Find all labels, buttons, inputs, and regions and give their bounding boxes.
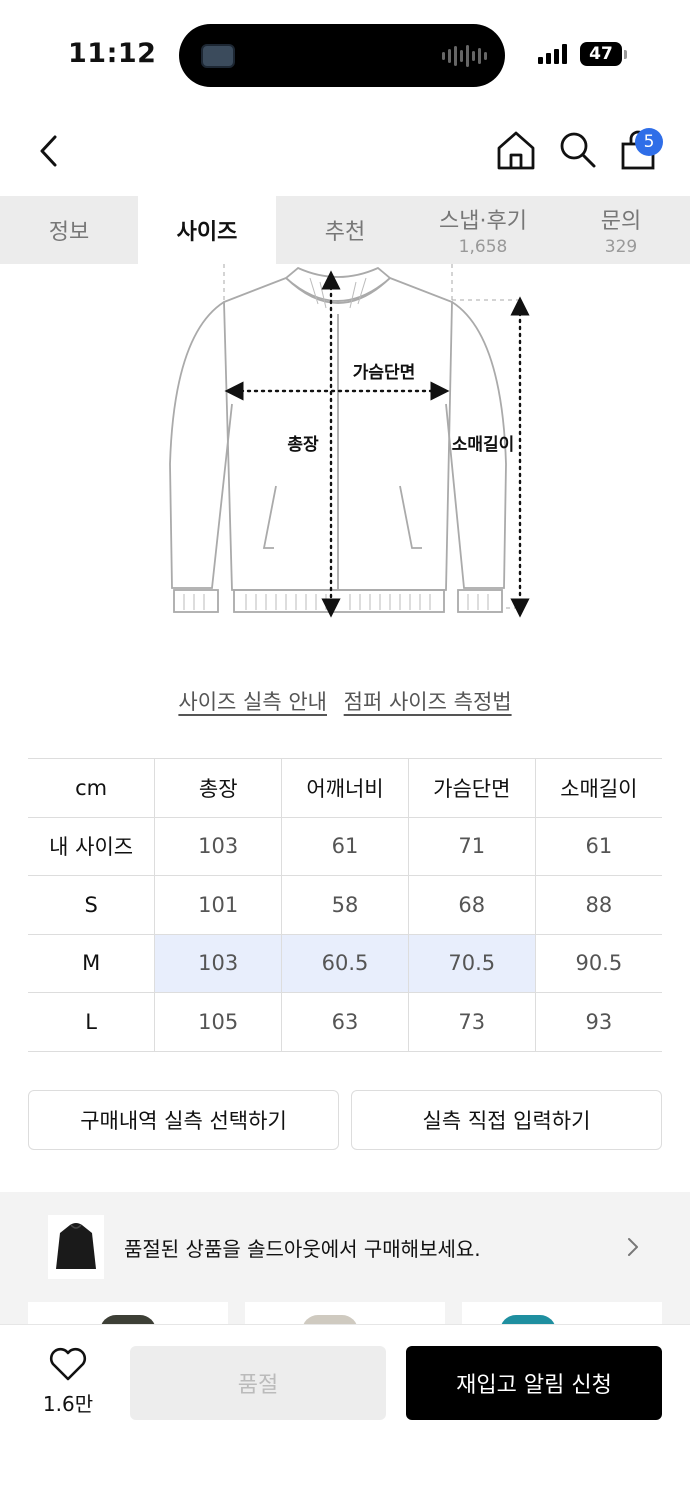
chest-width-label: 가슴단면 <box>353 363 416 383</box>
column-header: 소매길이 <box>535 758 662 818</box>
table-cell-highlighted: 60.5 <box>281 933 409 993</box>
now-playing-thumbnail <box>201 44 235 68</box>
size-guide-links: 사이즈 실측 안내 점퍼 사이즈 측정법 <box>0 686 690 716</box>
table-header-row: cm 총장 어깨너비 가슴단면 소매길이 <box>28 758 662 818</box>
table-cell: 68 <box>408 875 536 935</box>
column-header: 어깨너비 <box>281 758 409 818</box>
soldout-button[interactable]: 품절 <box>130 1346 386 1420</box>
column-header: 총장 <box>154 758 283 818</box>
tab-info[interactable]: 정보 <box>0 196 138 264</box>
tab-label: 문의 <box>600 209 642 234</box>
total-length-label: 총장 <box>287 435 319 455</box>
table-cell-highlighted: 70.5 <box>408 933 536 993</box>
table-cell: 101 <box>154 875 283 935</box>
table-row-my-size: 내 사이즈 103 61 71 61 <box>28 816 662 876</box>
product-card-peek <box>462 1302 662 1324</box>
tab-recommend[interactable]: 추천 <box>276 196 414 264</box>
sleeve-length-label: 소매길이 <box>452 435 515 455</box>
tab-label: 정보 <box>48 220 90 245</box>
restock-alert-button[interactable]: 재입고 알림 신청 <box>406 1346 662 1420</box>
size-table: cm 총장 어깨너비 가슴단면 소매길이 내 사이즈 103 61 71 61 … <box>28 758 662 1052</box>
table-cell: 103 <box>154 816 283 876</box>
product-thumbnail <box>48 1215 104 1279</box>
jacket-thumbnail-icon <box>56 1223 96 1269</box>
search-icon[interactable] <box>556 128 600 172</box>
audio-wave-icon <box>442 44 487 68</box>
table-cell: 105 <box>154 992 283 1052</box>
table-row-l: L 105 63 73 93 <box>28 992 662 1052</box>
row-header: L <box>28 992 156 1052</box>
column-header: cm <box>28 758 156 818</box>
tab-size[interactable]: 사이즈 <box>138 196 276 264</box>
back-arrow-icon[interactable] <box>30 128 70 174</box>
soldout-promo-banner[interactable]: 품절된 상품을 솔드아웃에서 구매해보세요. <box>28 1192 662 1302</box>
table-cell-highlighted: 103 <box>154 933 283 993</box>
column-header: 가슴단면 <box>408 758 536 818</box>
dynamic-island <box>179 24 505 87</box>
cart-count-badge: 5 <box>635 128 663 156</box>
promo-text: 품절된 상품을 솔드아웃에서 구매해보세요. <box>124 1236 481 1261</box>
tab-snap-review[interactable]: 스냅·후기 1,658 <box>414 196 552 264</box>
table-cell: 73 <box>408 992 536 1052</box>
direct-input-button[interactable]: 실측 직접 입력하기 <box>351 1090 662 1150</box>
size-guide-link[interactable]: 사이즈 실측 안내 <box>178 690 327 714</box>
tab-inquiry[interactable]: 문의 329 <box>552 196 690 264</box>
like-count: 1.6만 <box>42 1392 94 1416</box>
table-row-m: M 103 60.5 70.5 90.5 <box>28 933 662 993</box>
product-tabs: 정보 사이즈 추천 스냅·후기 1,658 문의 329 <box>0 196 690 264</box>
battery-cap <box>624 50 627 59</box>
tab-label: 추천 <box>324 220 366 245</box>
tab-label: 스냅·후기 <box>439 209 527 234</box>
table-cell: 90.5 <box>535 933 662 993</box>
status-time: 11:12 <box>68 38 157 69</box>
row-header: 내 사이즈 <box>28 816 156 876</box>
measure-guide-link[interactable]: 점퍼 사이즈 측정법 <box>344 690 512 714</box>
row-header: S <box>28 875 156 935</box>
rib-lines <box>183 277 489 610</box>
chevron-right-icon <box>628 1238 638 1256</box>
table-cell: 88 <box>535 875 662 935</box>
row-header: M <box>28 933 156 993</box>
home-icon[interactable] <box>494 128 538 172</box>
table-cell: 93 <box>535 992 662 1052</box>
table-cell: 71 <box>408 816 536 876</box>
tab-count: 329 <box>604 237 638 257</box>
heart-icon[interactable] <box>48 1346 88 1382</box>
tab-count: 1,658 <box>458 237 508 257</box>
cellular-signal-icon <box>538 44 567 64</box>
table-row-s: S 101 58 68 88 <box>28 875 662 935</box>
table-cell: 58 <box>281 875 409 935</box>
status-bar: 11:12 47 <box>0 0 690 110</box>
jacket-size-diagram: 가슴단면 총장 소매길이 <box>169 264 530 618</box>
table-cell: 61 <box>535 816 662 876</box>
table-cell: 61 <box>281 816 409 876</box>
table-cell: 63 <box>281 992 409 1052</box>
tab-label: 사이즈 <box>176 220 238 245</box>
battery-icon: 47 <box>580 42 622 66</box>
select-purchase-history-button[interactable]: 구매내역 실측 선택하기 <box>28 1090 339 1150</box>
